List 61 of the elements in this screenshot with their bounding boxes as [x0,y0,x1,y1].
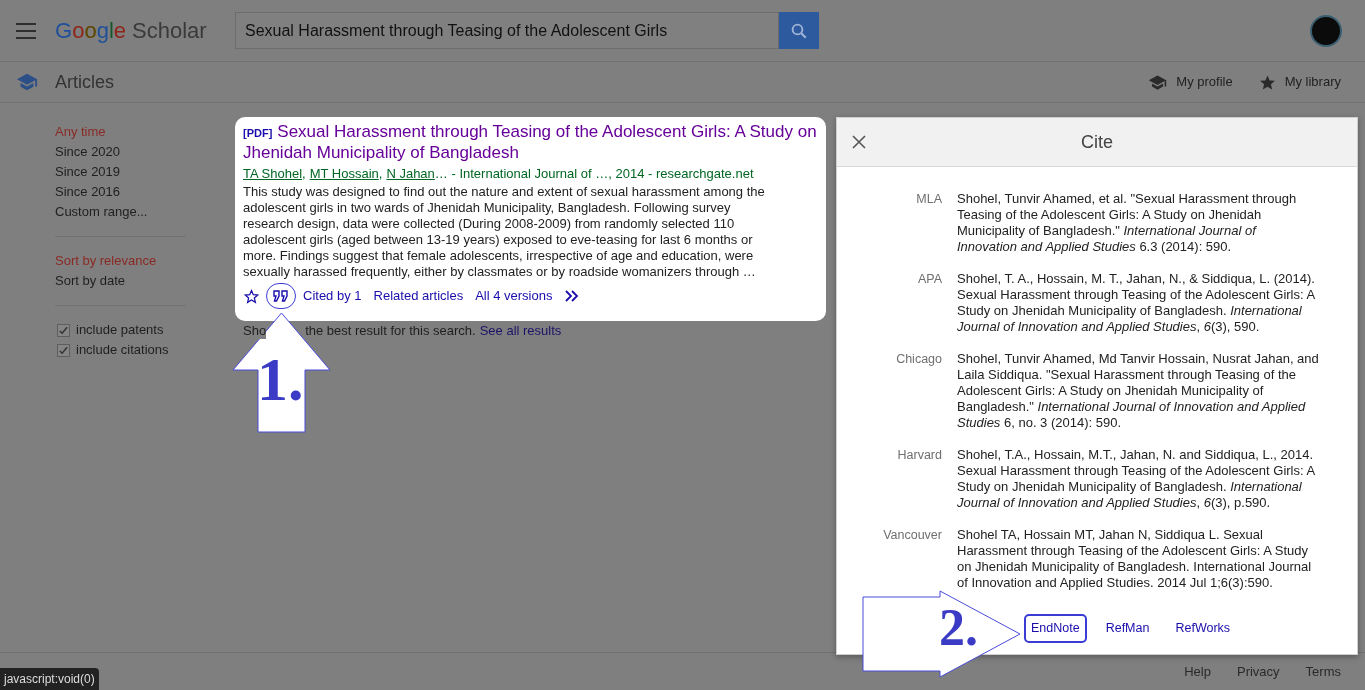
annotation-number: 2. [939,602,978,654]
author-link[interactable]: MT Hossain [309,166,379,181]
notice-text: the best result for this search. [305,323,476,339]
search-icon [790,21,808,40]
search-field[interactable]: Sexual Harassment through Teasing of the Adolescent Girls [235,12,779,49]
logo[interactable]: Google Scholar [55,19,219,42]
dialog-title: Cite [1081,130,1113,154]
sort-link[interactable]: Sort by date [55,271,186,291]
menu-icon[interactable] [16,22,36,39]
search-button[interactable] [779,12,819,49]
notice-text: Sho [243,323,267,339]
export-link[interactable]: RefWorks [1168,614,1238,643]
sort-link[interactable]: Sort by relevance [55,251,186,271]
avatar[interactable] [1310,14,1342,47]
citation-style-label: APA [916,271,942,288]
star-icon[interactable] [244,288,259,304]
result-action-link[interactable]: All 4 versions [475,286,553,306]
more-icon[interactable] [564,290,581,302]
filter-link[interactable]: Custom range... [55,202,186,222]
citation-style-label: MLA [915,191,942,208]
filter-link[interactable]: Since 2019 [55,162,186,182]
author-ellipsis: … [434,166,448,181]
citation-style-label: Vancouver [882,527,942,544]
quote-icon [273,290,289,302]
citation-text: Shohel, T.A., Hossain, M.T., Jahan, N. and Siddiqua, L., 2014. Sexual Harassment through Teasing of the Adolescent Girls: A Study on Jhenidah Municipality of Bangladesh. International Journal of Innovation and Applied Studies, 6(3), p.590. [957,447,1316,511]
checkbox-label: include patents [76,321,164,339]
result-source: - International Journal of …, 2014 - researchgate.net [451,166,754,181]
result-action-link[interactable]: Cited by 1 [303,286,362,306]
library-link[interactable]: My library [1258,72,1341,92]
filter-link[interactable]: Since 2016 [55,182,186,202]
export-link[interactable]: EndNote [1024,614,1087,643]
status-tooltip: javascript:void(0) [0,668,99,690]
annotation-number: 1. [257,348,304,410]
result-title-link[interactable]: [PDF] Sexual Harassment through Teasing of the Adolescent Girls: A Study on Jhenidah Municipality of Bangladesh [243,122,818,163]
checkbox[interactable] [57,323,70,337]
see-all-link[interactable]: See all results [479,323,562,339]
author-link[interactable]: N Jahan [386,166,435,181]
citation-text: Shohel, T. A., Hossain, M. T., Jahan, N., & Siddiqua, L. (2014). Sexual Harassment through Teasing of the Adolescent Girls: A Study on Jhenidah Municipality of Bangladesh. International Journal of Innovation and Applied Studies, 6(3), 590. [957,271,1316,335]
checkbox-label: include citations [76,341,169,359]
citation-style-label: Chicago [895,351,942,368]
graduation-cap-icon [16,71,38,93]
graduation-cap-icon [1148,72,1168,92]
author-separator: , [378,166,383,181]
author-separator: , [302,166,306,181]
close-icon[interactable] [852,135,866,149]
citation-text: Shohel, Tunvir Ahamed, et al. "Sexual Harassment through Teasing of the Adolescent Girls: A Study on Jhenidah Municipality of Bangladesh." International Journal of Innovation and Applied Studies 6.3 (2014): 590. [957,191,1298,255]
checkbox[interactable] [57,343,70,357]
citation-text: Shohel TA, Hossain MT, Jahan N, Siddiqua L. Sexual Harassment through Teasing of the Adolescent Girls: A Study on Jhenidah Municipality of Bangladesh. International Journal of Innovation and Applied Studies. 2014 Jul 1;6(3):590. [957,527,1313,591]
result-action-link[interactable]: Related articles [373,286,464,306]
star-icon [1258,73,1276,91]
export-link[interactable]: RefMan [1098,614,1157,643]
citation-style-label: Harvard [896,447,942,464]
footer-link[interactable]: Terms [1305,661,1341,682]
filter-link[interactable]: Since 2020 [55,142,186,162]
footer-link[interactable]: Help [1184,661,1211,682]
profile-link[interactable]: My profile [1148,72,1233,92]
filter-link[interactable]: Any time [55,122,186,142]
result-snippet: This study was designed to find out the nature and extent of sexual harassment among the adolescent girls in two wards of Jhenidah Municipality, Bangladesh. Following survey research design, data were collected (During 2008-2009) from randomly selected 110 adolescent girls (aged between 13-19 years) exposed to eve-teasing for last 6 months or more. Findings suggest that female adolescents, irrespective of age and education, were sexually harassed frequently, either by classmates or by roadside womanizers through … [243,184,766,280]
citation-text: Shohel, Tunvir Ahamed, Md Tanvir Hossain, Nusrat Jahan, and Laila Siddiqua. "Sexual Harassment through Teasing of the Adolescent Girls: A Study on Jhenidah Municipality of Bangladesh." International Journal of Innovation and Applied Studies 6, no. 3 (2014): 590. [957,351,1319,431]
footer-link[interactable]: Privacy [1237,661,1280,682]
page-title: Articles [55,70,114,94]
